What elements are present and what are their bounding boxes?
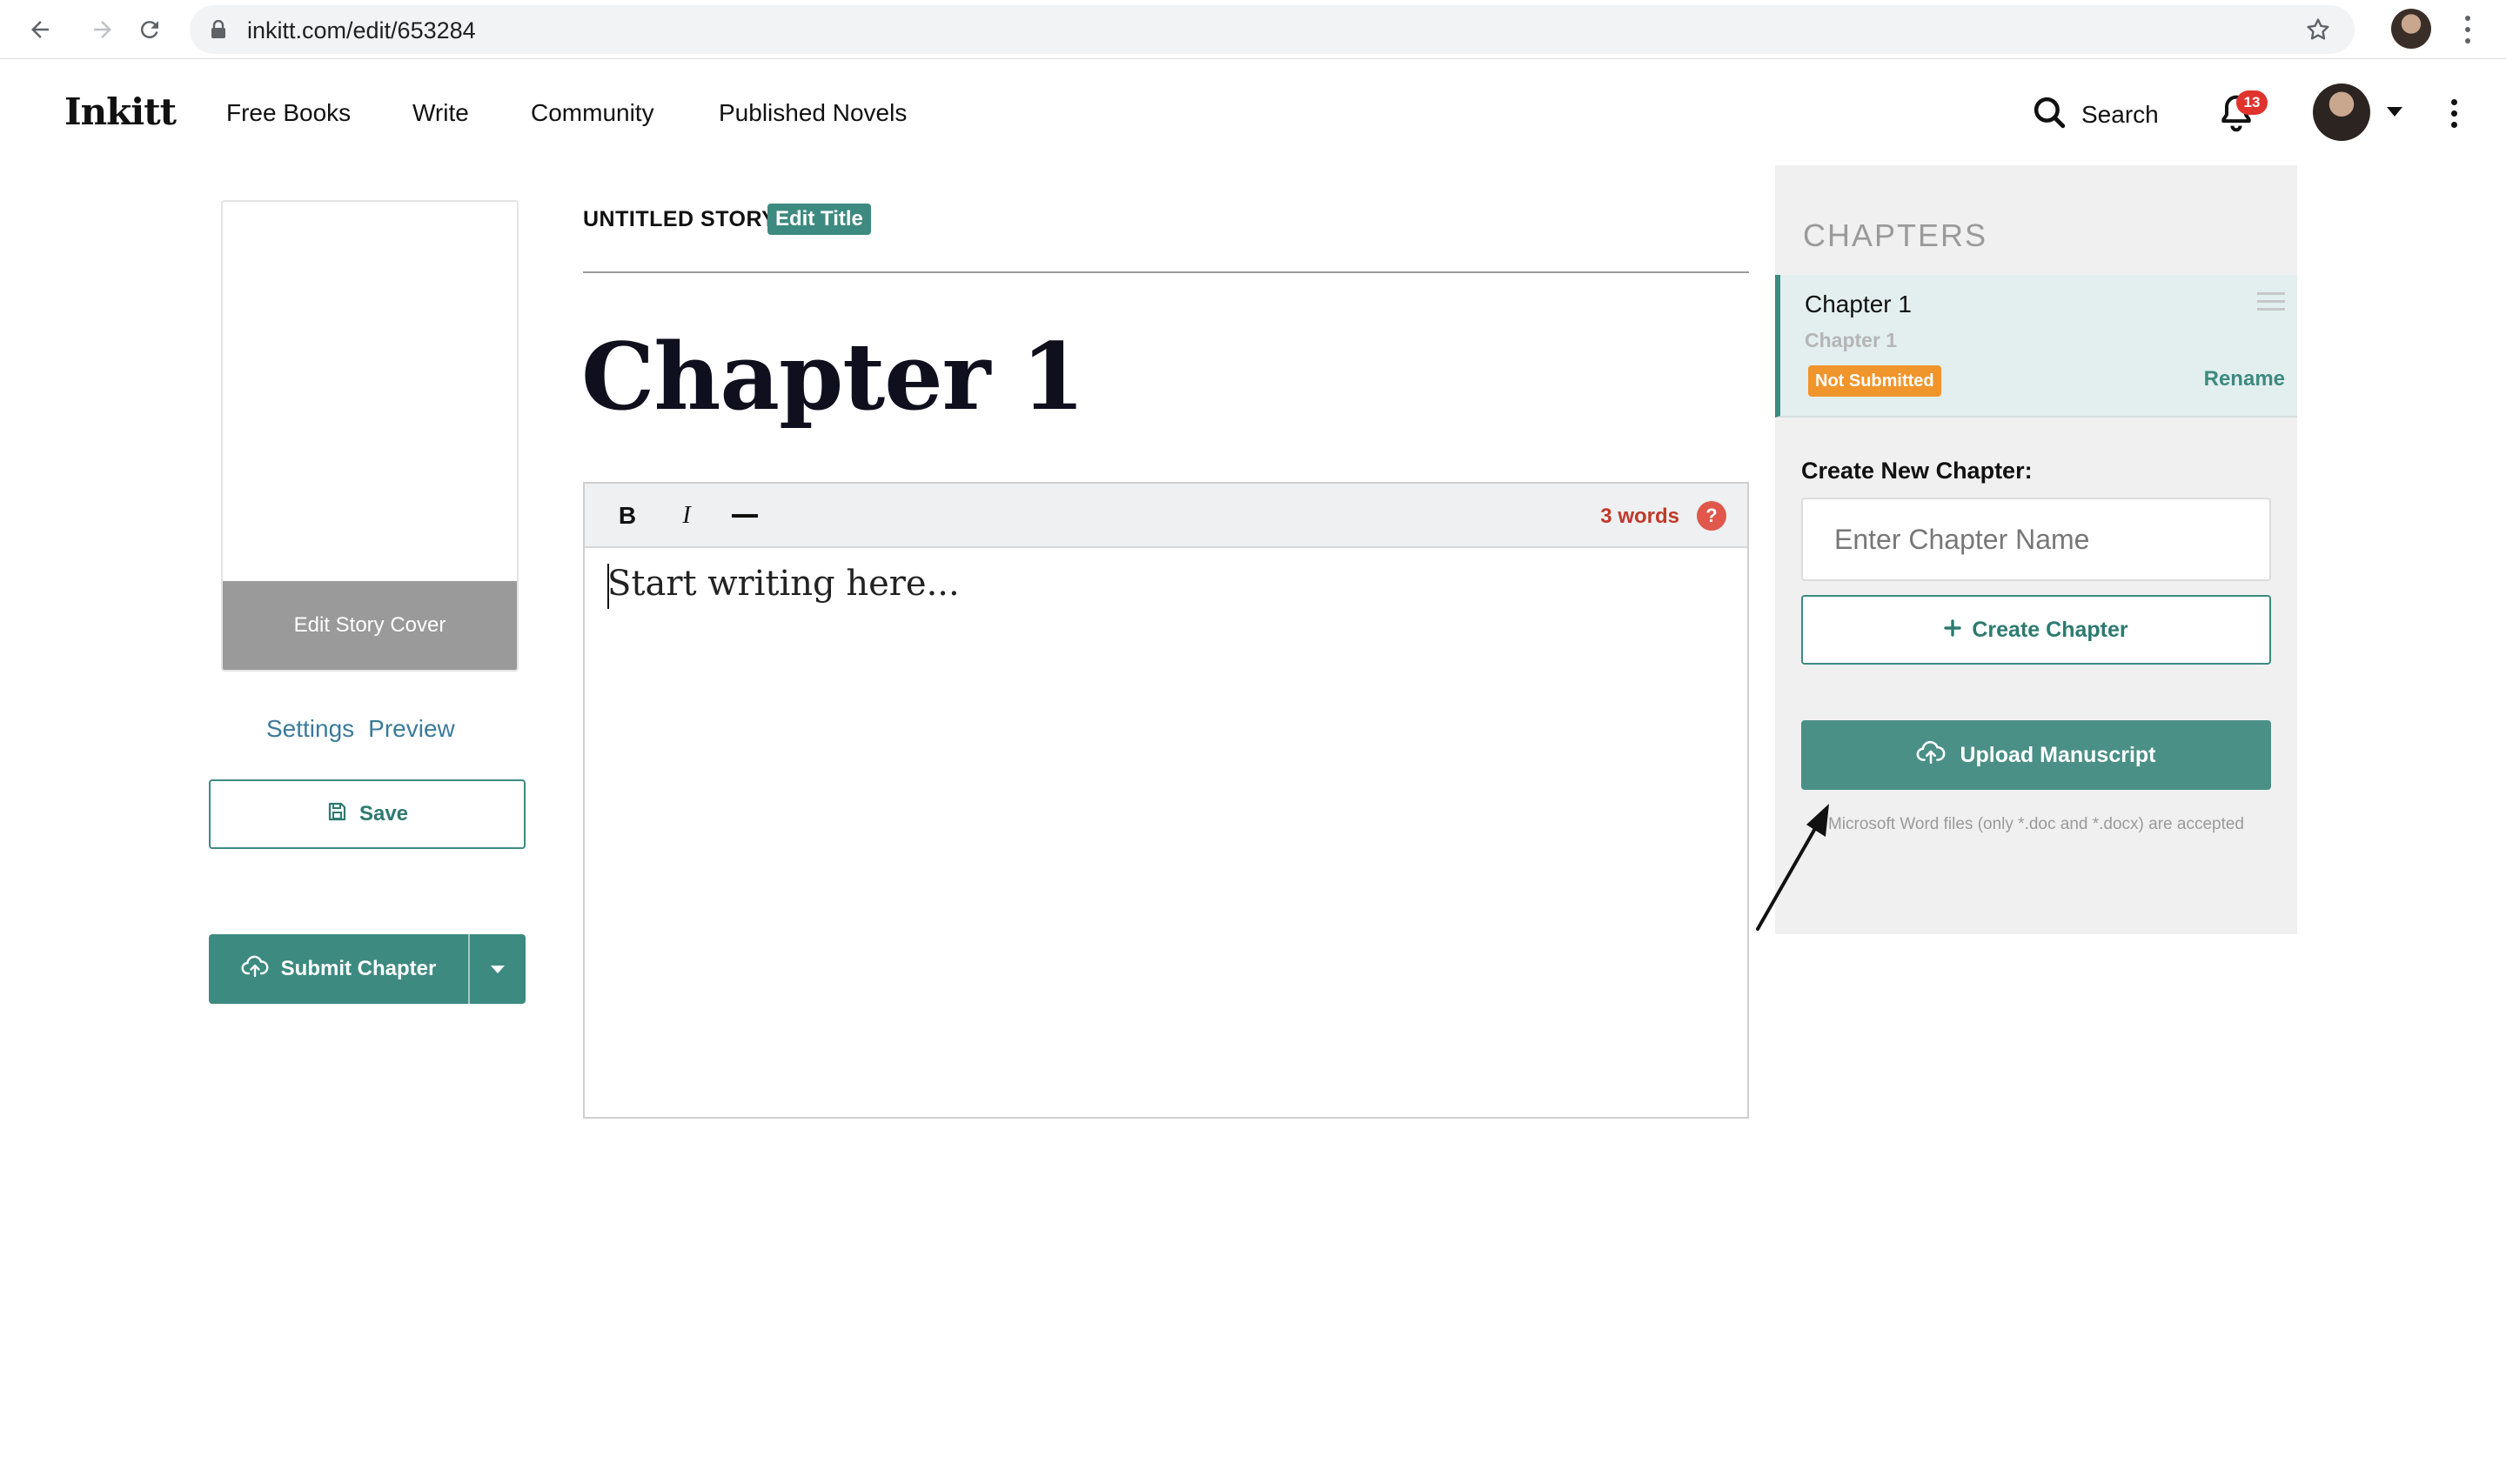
create-chapter-button[interactable]: Create Chapter	[1801, 595, 2271, 665]
chapter-subtitle: Chapter 1	[1805, 329, 1898, 351]
horizontal-rule-button[interactable]	[729, 499, 761, 532]
save-button[interactable]: Save	[209, 779, 526, 849]
submit-chapter-label: Submit Chapter	[280, 957, 437, 980]
rename-link[interactable]: Rename	[2204, 367, 2285, 391]
story-cover: Edit Story Cover	[221, 200, 519, 672]
chapter-editor: B I 3 words ? Start writing here...	[583, 482, 1749, 1119]
word-count: 3 words	[1600, 505, 1679, 528]
submit-options-dropdown[interactable]	[470, 934, 526, 1004]
search-button[interactable]: Search	[2031, 94, 2159, 135]
save-label: Save	[358, 802, 409, 826]
plus-icon	[1944, 618, 1962, 643]
reload-icon[interactable]	[131, 10, 169, 49]
forward-arrow-icon[interactable]	[84, 10, 122, 49]
browser-menu-icon[interactable]	[2459, 12, 2476, 47]
upload-manuscript-button[interactable]: Upload Manuscript	[1801, 720, 2271, 790]
bold-button[interactable]: B	[616, 499, 639, 532]
lock-icon	[211, 19, 226, 43]
browser-toolbar: inkitt.com/edit/653284	[0, 0, 2506, 59]
create-chapter-label: Create New Chapter:	[1801, 458, 2033, 484]
search-icon	[2031, 94, 2067, 135]
chapter-name-input[interactable]	[1801, 498, 2271, 581]
status-badge: Not Submitted	[1808, 365, 1941, 397]
submit-chapter-button[interactable]: Submit Chapter	[209, 934, 470, 1004]
horizontal-rule-icon	[732, 514, 758, 518]
title-divider	[583, 271, 1749, 273]
address-bar[interactable]: inkitt.com/edit/653284	[190, 5, 2355, 54]
url-text: inkitt.com/edit/653284	[247, 17, 476, 43]
annotation-arrow-icon	[1756, 804, 1829, 931]
bookmark-star-icon[interactable]	[2304, 16, 2332, 48]
upload-note: Microsoft Word files (only *.doc and *.d…	[1827, 815, 2245, 833]
nav-write[interactable]: Write	[412, 99, 469, 127]
user-avatar[interactable]	[2313, 84, 2370, 141]
preview-link[interactable]: Preview	[368, 715, 455, 743]
submit-chapter-group: Submit Chapter	[209, 934, 526, 1004]
nav-community[interactable]: Community	[531, 99, 654, 127]
italic-button[interactable]: I	[677, 499, 696, 532]
browser-profile-avatar[interactable]	[2391, 9, 2431, 49]
edit-story-cover-button[interactable]: Edit Story Cover	[223, 581, 517, 670]
floppy-disk-icon	[326, 801, 347, 828]
chevron-down-icon[interactable]	[2387, 107, 2402, 117]
chapter-list-item[interactable]: Chapter 1 Chapter 1 Not Submitted Rename	[1775, 275, 2297, 418]
back-arrow-icon[interactable]	[21, 10, 59, 49]
edit-title-button[interactable]: Edit Title	[767, 204, 871, 235]
help-icon[interactable]: ?	[1697, 501, 1726, 531]
story-title: UNTITLED STORY	[583, 207, 777, 231]
more-options-icon[interactable]	[2447, 97, 2461, 129]
chapters-panel-title: CHAPTERS	[1803, 217, 1988, 253]
drag-handle-icon[interactable]	[2257, 292, 2285, 313]
settings-link[interactable]: Settings	[266, 715, 354, 743]
create-chapter-label-text: Create Chapter	[1972, 617, 2128, 642]
inkitt-logo[interactable]: Inkitt	[64, 90, 177, 133]
chapter-name: Chapter 1	[1805, 291, 1912, 318]
story-links: Settings Preview	[266, 715, 455, 743]
editor-placeholder[interactable]: Start writing here...	[607, 564, 960, 604]
nav-published-novels[interactable]: Published Novels	[719, 99, 907, 127]
upload-manuscript-label: Upload Manuscript	[1960, 742, 2156, 767]
notification-count-badge: 13	[2236, 90, 2268, 115]
editor-toolbar: B I 3 words ?	[585, 484, 1747, 548]
chapter-heading[interactable]: Chapter 1	[581, 322, 1085, 431]
cloud-upload-icon	[241, 954, 269, 985]
text-cursor	[607, 564, 609, 609]
caret-down-icon	[491, 965, 505, 973]
page-root: inkitt.com/edit/653284 Inkitt Free Books…	[0, 0, 2506, 1484]
nav-free-books[interactable]: Free Books	[226, 99, 351, 127]
cloud-upload-icon	[1916, 740, 1946, 771]
search-label: Search	[2081, 100, 2159, 128]
chapters-panel: CHAPTERS Chapter 1 Chapter 1 Not Submitt…	[1775, 165, 2297, 934]
